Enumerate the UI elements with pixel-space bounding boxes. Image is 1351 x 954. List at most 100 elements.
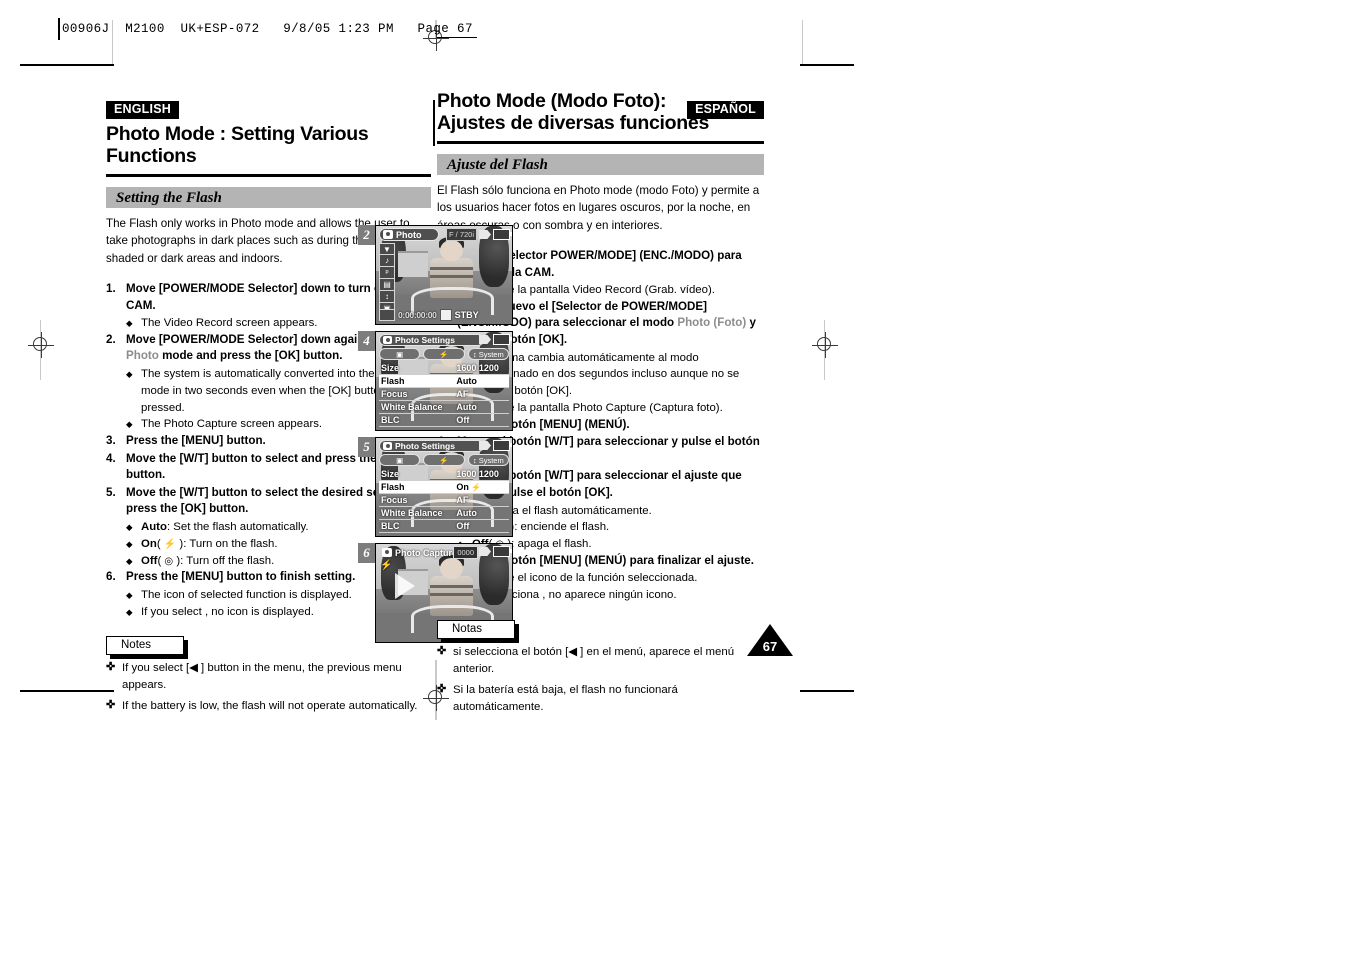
diamond-bullet-icon: ◆ xyxy=(126,419,133,430)
tape-icon xyxy=(479,230,491,239)
flash-on-icon: ⚡ xyxy=(380,560,393,571)
menu-row[interactable]: Flash On ⚡ xyxy=(379,481,509,494)
flash-tab-icon: ⚡ xyxy=(439,349,449,359)
bottom-status-bar: 0:00:00:00 STBY xyxy=(379,308,509,321)
menu-row[interactable]: Size 1600 1200 xyxy=(379,362,509,375)
menu-row-key: Size xyxy=(381,363,400,373)
diamond-bullet-icon: ◆ xyxy=(126,538,133,549)
tab-system-label: System xyxy=(478,455,504,465)
lcd-screenshot: 4 Photo Settings ▣ ⚡ ↕ System Size 1600 1200 Fla… xyxy=(358,331,516,434)
status-indicators xyxy=(479,334,512,345)
crop-mark-left-top xyxy=(20,64,114,66)
menu-row-value: Auto xyxy=(456,376,477,386)
note-text: Si la batería está baja, el flash no fun… xyxy=(453,684,678,713)
osd-overlay: Photo▼♪ᵖ▤↕▣ F / 720i 0:00:00:00 STBY xyxy=(376,226,512,324)
menu-title: Photo Settings xyxy=(395,441,455,451)
menu-row-key: BLC xyxy=(381,415,400,425)
step-highlight: Photo (Foto) xyxy=(677,316,747,330)
format-label: F / 720i xyxy=(445,228,477,241)
menu-row[interactable]: Focus AF xyxy=(379,494,509,507)
tape-icon xyxy=(479,547,491,556)
camera-icon xyxy=(383,336,392,344)
section-heading-english: Setting the Flash xyxy=(106,186,431,208)
document-icon[interactable]: ▤ xyxy=(379,279,395,291)
menu-row[interactable]: Flash Auto xyxy=(379,375,509,388)
english-tag-row: ENGLISH xyxy=(106,100,431,120)
menu-row[interactable]: Size 1600 1200 xyxy=(379,468,509,481)
tab-system[interactable]: ↕ System xyxy=(467,348,509,360)
note-item: ✜ If the battery is low, the flash will n… xyxy=(106,698,431,715)
menu-row[interactable]: White Balance Auto xyxy=(379,507,509,520)
timecode-label: 0:00:00:00 xyxy=(398,309,437,320)
notes-box-english: Notes xyxy=(106,636,188,660)
tab-system-label: System xyxy=(478,349,504,359)
menu-row-value: Off xyxy=(456,415,470,425)
menu-row-value: 1600 1200 xyxy=(456,469,499,479)
crop-mark-right-bottom xyxy=(800,690,854,692)
note-text: If the battery is low, the flash will no… xyxy=(122,700,418,713)
menu-row-key: Flash xyxy=(381,376,405,386)
tab-flash[interactable]: ⚡ xyxy=(423,454,465,466)
screenshot-step-badge: 6 xyxy=(358,543,375,563)
notes-list-english: ✜ If you select [◀ ] button in the menu, … xyxy=(106,660,431,715)
photo-counter: 0000 xyxy=(453,546,478,559)
diamond-bullet-icon: ◆ xyxy=(126,521,133,532)
menu-row[interactable]: White Balance Auto xyxy=(379,401,509,414)
notes-label-spanish: Notas xyxy=(437,619,515,639)
menu-header: Photo Settings xyxy=(379,334,484,346)
music-note-icon[interactable]: ♪ xyxy=(379,255,395,267)
menu-row-key: Focus xyxy=(381,495,408,505)
menu-row[interactable]: BLC Off xyxy=(379,520,509,533)
tab-camera[interactable]: ▣ xyxy=(379,348,421,360)
menu-row-key: Flash xyxy=(381,482,405,492)
tab-system[interactable]: ↕ System xyxy=(467,454,509,466)
screenshot-column: 2Photo▼♪ᵖ▤↕▣F / 720i0:00:00:00STBY4Photo… xyxy=(358,225,516,649)
camera-tab-icon: ▣ xyxy=(396,349,404,359)
menu-rows: Size 1600 1200 Flash Auto Focus AF White Balan… xyxy=(379,362,509,427)
battery-icon xyxy=(493,440,512,451)
step-number: 6. xyxy=(106,570,116,584)
flash-on-icon: ⚡ xyxy=(163,538,177,550)
battery-icon xyxy=(493,546,512,557)
mode-pill[interactable]: Photo xyxy=(379,228,439,241)
flash-tab-icon: ⚡ xyxy=(439,455,449,465)
screenshot-step-badge: 4 xyxy=(358,331,375,351)
menu-row-key: White Balance xyxy=(381,508,443,518)
note-text: If you select [◀ ] button in the menu, t… xyxy=(122,662,402,691)
registration-mark-right xyxy=(812,332,838,358)
menu-title: Photo Settings xyxy=(395,335,455,345)
tab-flash[interactable]: ⚡ xyxy=(423,348,465,360)
step-number: 1. xyxy=(106,281,116,295)
page-title-english: Photo Mode : Setting Various Functions xyxy=(106,123,369,167)
status-indicators xyxy=(479,440,512,451)
status-indicators xyxy=(479,546,512,557)
play-triangle-icon xyxy=(395,573,416,600)
notes-box-spanish: Notas xyxy=(437,619,519,643)
flash-off-icon: ◎ xyxy=(164,555,174,567)
notes-list-spanish: ✜ si selecciona el botón [◀ ] en el menú,… xyxy=(437,644,764,715)
microphone-icon[interactable]: ᵖ xyxy=(379,267,395,279)
camera-icon xyxy=(383,442,392,450)
tab-camera[interactable]: ▣ xyxy=(379,454,421,466)
trim-line-right xyxy=(802,20,803,64)
menu-row-value: 1600 1200 xyxy=(456,363,499,373)
menu-row[interactable]: Focus AF xyxy=(379,388,509,401)
step-number: 4. xyxy=(106,451,116,465)
diamond-bullet-icon: ◆ xyxy=(126,555,133,566)
flash-on-icon: ⚡ xyxy=(471,483,482,492)
note-item: ✜ Si la batería está baja, el flash no fu… xyxy=(437,682,764,715)
menu-row[interactable]: BLC Off xyxy=(379,414,509,427)
menu-rows: Size 1600 1200 Flash On ⚡ Focus AF White Balan… xyxy=(379,468,509,533)
chevron-down-icon[interactable]: ▼ xyxy=(379,243,395,255)
stop-indicator-icon xyxy=(439,308,452,321)
slug-rule xyxy=(58,18,60,40)
menu-tabs: ▣ ⚡ ↕ System xyxy=(379,454,509,466)
slug-underline xyxy=(437,37,477,38)
column-divider xyxy=(433,100,435,146)
settings-icon[interactable]: ↕ xyxy=(379,291,395,303)
mode-rail: ▼♪ᵖ▤↕▣ xyxy=(379,243,395,315)
diamond-bullet-icon: ◆ xyxy=(126,606,133,617)
mode-label: Photo xyxy=(396,229,422,240)
settings-icon: ↕ xyxy=(472,349,477,359)
osd-overlay: Photo Settings ▣ ⚡ ↕ System Size 1600 1200 Flas… xyxy=(376,332,512,430)
